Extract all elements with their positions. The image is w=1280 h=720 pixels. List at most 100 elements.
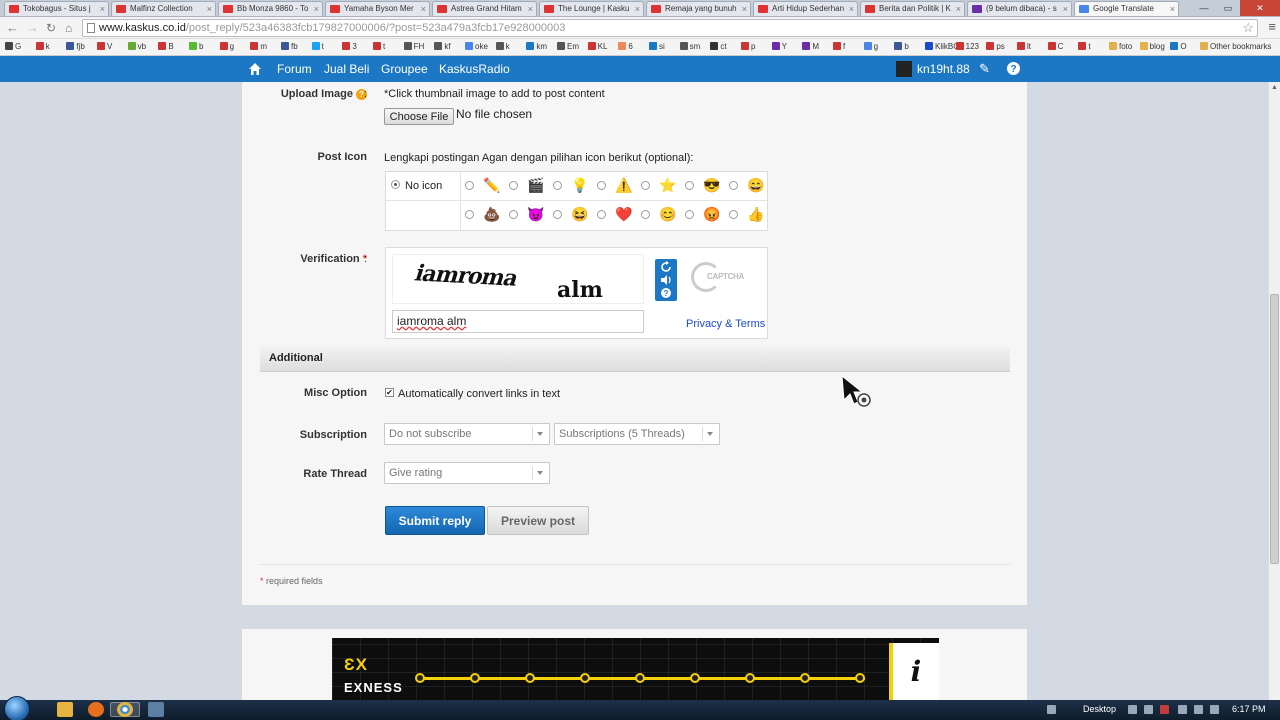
shy-icon[interactable]: 😊 <box>659 206 676 222</box>
start-button[interactable] <box>4 696 30 720</box>
bookmark-item[interactable]: oke <box>465 42 488 52</box>
explorer-icon[interactable] <box>57 702 73 717</box>
minimize-icon[interactable]: — <box>1192 0 1216 16</box>
help-icon[interactable]: ? <box>660 287 672 299</box>
cool-icon[interactable]: 😎 <box>703 177 720 193</box>
tray-icon[interactable] <box>1144 705 1153 714</box>
home-icon[interactable] <box>248 62 262 76</box>
devil-icon[interactable]: 😈 <box>527 206 544 222</box>
nav-kaskusradio[interactable]: KaskusRadio <box>439 56 510 82</box>
bookmark-item[interactable]: fb <box>281 42 298 52</box>
bookmark-item[interactable]: k <box>496 42 510 52</box>
clock[interactable]: 6:17 PM <box>1232 704 1266 714</box>
bookmark-item[interactable]: V <box>97 42 112 52</box>
radio-post-icon[interactable] <box>465 210 474 219</box>
bookmark-item[interactable]: Em <box>557 42 579 52</box>
tab-close-icon[interactable]: × <box>1170 2 1175 16</box>
bookmark-item[interactable]: blog <box>1140 42 1165 52</box>
forward-icon[interactable]: → <box>26 19 39 37</box>
tray-icon[interactable] <box>1128 705 1137 714</box>
radio-post-icon[interactable] <box>685 181 694 190</box>
close-window-icon[interactable]: ✕ <box>1240 0 1280 16</box>
browser-tab[interactable]: Yamaha Byson Mer × <box>325 1 430 16</box>
browser-tab[interactable]: The Lounge | Kasku × <box>539 1 644 16</box>
scroll-up-icon[interactable]: ▲ <box>1271 84 1278 91</box>
browser-tab[interactable]: Astrea Grand Hitam × <box>432 1 537 16</box>
choose-file-button[interactable]: Choose File <box>384 108 454 125</box>
star-icon[interactable]: ⭐ <box>659 177 676 193</box>
other-bookmarks-folder[interactable]: Other bookmarks <box>1200 42 1271 52</box>
submit-reply-button[interactable]: Submit reply <box>385 506 485 535</box>
page-scrollbar[interactable]: ▲ ◂ <box>1268 82 1280 700</box>
radio-post-icon[interactable] <box>597 210 606 219</box>
tab-close-icon[interactable]: × <box>635 2 640 16</box>
bookmark-item[interactable]: t <box>1078 42 1090 52</box>
bookmark-item[interactable]: C <box>1048 42 1064 52</box>
warning-icon[interactable]: ⚠️ <box>615 177 632 193</box>
bookmark-item[interactable]: Y <box>772 42 787 52</box>
tray-icon[interactable] <box>1178 705 1187 714</box>
radio-post-icon[interactable] <box>553 210 562 219</box>
convert-links-checkbox[interactable]: ✔ <box>385 388 394 397</box>
bookmark-item[interactable]: f <box>833 42 845 52</box>
exness-ad-banner[interactable]: ƐX EXNESS i <box>332 638 939 701</box>
app-icon[interactable] <box>148 702 164 717</box>
browser-tab[interactable]: Arti Hidup Sederhan × <box>753 1 858 16</box>
tab-close-icon[interactable]: × <box>956 2 961 16</box>
pencil-icon[interactable]: ✎ <box>979 56 990 82</box>
bookmark-item[interactable]: g <box>864 42 878 52</box>
radio-post-icon[interactable] <box>509 210 518 219</box>
privacy-terms-link[interactable]: Privacy & Terms <box>686 318 765 330</box>
bookmark-item[interactable]: 6 <box>618 42 632 52</box>
tab-close-icon[interactable]: × <box>207 2 212 16</box>
radio-post-icon[interactable] <box>553 181 562 190</box>
bookmark-item[interactable]: KL <box>588 42 608 52</box>
heart-icon[interactable]: ❤️ <box>615 206 632 222</box>
tab-close-icon[interactable]: × <box>1063 2 1068 16</box>
tab-close-icon[interactable]: × <box>742 2 747 16</box>
radio-post-icon[interactable] <box>465 181 474 190</box>
tray-icon[interactable] <box>1160 705 1169 714</box>
subscriptions-list-select[interactable]: Subscriptions (5 Threads) <box>554 423 720 445</box>
bulb-icon[interactable]: 💡 <box>571 177 588 193</box>
bookmark-item[interactable]: sm <box>680 42 701 52</box>
angry-icon[interactable]: 😡 <box>703 206 720 222</box>
browser-tab[interactable]: Tokobagus - Situs j × <box>4 1 109 16</box>
bookmark-item[interactable]: FH <box>404 42 425 52</box>
menu-icon[interactable]: ≡ <box>1268 19 1276 34</box>
radio-post-icon[interactable] <box>729 181 738 190</box>
captcha-input[interactable]: iamroma alm <box>392 310 644 333</box>
pencil-icon[interactable]: ✏️ <box>483 177 500 193</box>
browser-tab[interactable]: (9 belum dibaca) - s × <box>967 1 1072 16</box>
browser-tab[interactable]: Berita dan Politik | K × <box>860 1 965 16</box>
tab-close-icon[interactable]: × <box>421 2 426 16</box>
audio-icon[interactable] <box>660 274 672 286</box>
grin-icon[interactable]: 😆 <box>571 206 588 222</box>
thumb-icon[interactable]: 👍 <box>747 206 764 222</box>
bookmark-item[interactable]: b <box>894 42 908 52</box>
bookmark-item[interactable]: M <box>802 42 819 52</box>
nav-groupee[interactable]: Groupee <box>381 56 428 82</box>
firefox-icon[interactable] <box>88 702 104 717</box>
radio-post-icon[interactable] <box>641 210 650 219</box>
bookmark-item[interactable]: b <box>189 42 203 52</box>
bookmark-item[interactable]: g <box>220 42 234 52</box>
avatar[interactable] <box>896 61 912 77</box>
browser-tab[interactable]: Google Translate × <box>1074 1 1179 16</box>
back-icon[interactable]: ← <box>6 19 19 37</box>
radio-post-icon[interactable] <box>597 181 606 190</box>
bookmark-item[interactable]: lt <box>1017 42 1031 52</box>
bookmark-item[interactable]: ct <box>710 42 726 52</box>
tab-close-icon[interactable]: × <box>528 2 533 16</box>
nav-jual-beli[interactable]: Jual Beli <box>324 56 369 82</box>
username[interactable]: kn19ht.88 <box>917 56 970 82</box>
bookmark-item[interactable]: k <box>36 42 50 52</box>
tab-close-icon[interactable]: × <box>314 2 319 16</box>
bookmark-item[interactable]: G <box>5 42 21 52</box>
radio-post-icon[interactable] <box>729 210 738 219</box>
bookmark-item[interactable]: 3 <box>342 42 356 52</box>
radio-post-icon[interactable] <box>641 181 650 190</box>
bookmark-item[interactable]: ps <box>986 42 1004 52</box>
url-field[interactable]: www.kaskus.co.id/post_reply/523a46383fcb… <box>82 19 1258 37</box>
bookmark-item[interactable]: 123 <box>956 42 979 52</box>
